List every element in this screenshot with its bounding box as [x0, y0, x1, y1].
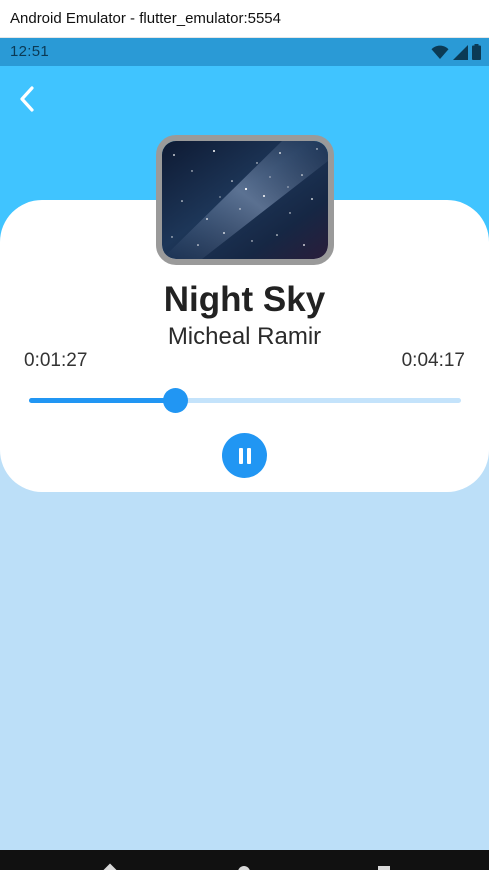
- recents-nav-icon[interactable]: [378, 866, 390, 870]
- home-nav-icon[interactable]: [238, 866, 250, 870]
- night-sky-image: [162, 141, 328, 259]
- pause-icon: [238, 447, 251, 464]
- emulator-title-bar: Android Emulator - flutter_emulator:5554: [0, 0, 489, 38]
- elapsed-time: 0:01:27: [24, 350, 88, 371]
- android-nav-bar: [0, 850, 489, 870]
- song-artist: Micheal Ramir: [167, 323, 322, 350]
- emulator-window-title: Android Emulator - flutter_emulator:5554: [10, 10, 281, 27]
- seek-thumb[interactable]: [163, 388, 189, 413]
- seek-bar[interactable]: [29, 388, 461, 413]
- seek-progress: [29, 398, 176, 403]
- battery-icon: [472, 44, 481, 60]
- back-arrow-icon: [20, 86, 34, 112]
- back-nav-icon[interactable]: [101, 863, 119, 870]
- pause-button[interactable]: [222, 433, 267, 478]
- album-art: [156, 135, 334, 265]
- cell-signal-icon: [453, 44, 468, 60]
- song-title: Night Sky: [163, 280, 326, 319]
- back-button[interactable]: [12, 84, 42, 114]
- status-time: 12:51: [10, 43, 50, 60]
- status-bar: 12:51: [0, 38, 489, 66]
- wifi-icon: [431, 45, 449, 59]
- status-icons: [431, 44, 481, 60]
- total-time: 0:04:17: [401, 350, 465, 371]
